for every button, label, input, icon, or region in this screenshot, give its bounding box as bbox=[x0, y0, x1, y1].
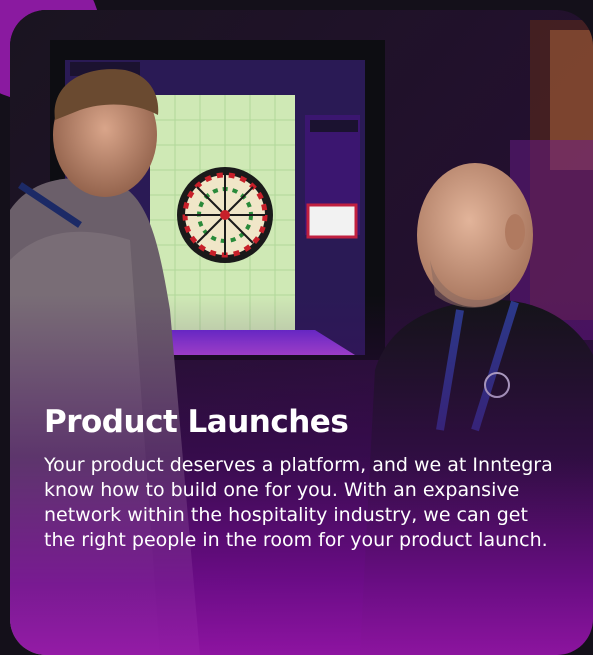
page: Product Launches Your product deserves a… bbox=[0, 0, 593, 655]
card-title: Product Launches bbox=[44, 404, 349, 440]
dartboard-graphic bbox=[177, 167, 273, 263]
card-caption: Product Launches Your product deserves a… bbox=[44, 404, 563, 553]
product-launches-card[interactable]: Product Launches Your product deserves a… bbox=[10, 10, 593, 655]
card-description: Your product deserves a platform, and we… bbox=[44, 453, 553, 551]
